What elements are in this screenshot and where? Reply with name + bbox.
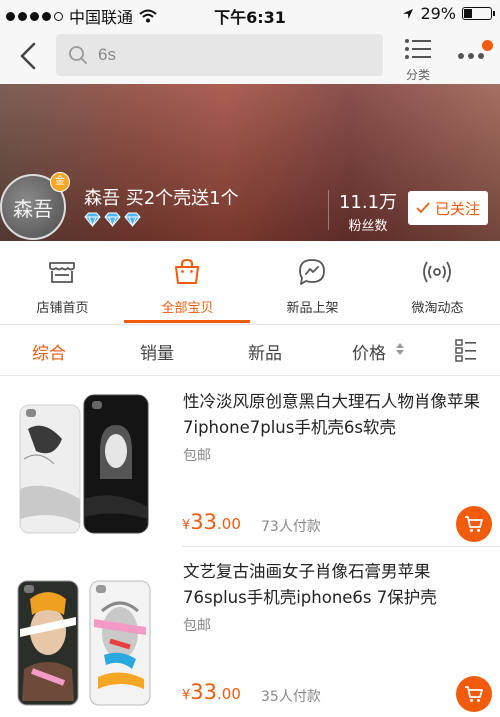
- chevron-left-icon: [20, 42, 36, 70]
- price-integer: 33: [190, 680, 218, 704]
- shop-name[interactable]: 森吾 买2个壳送1个: [84, 184, 239, 210]
- free-shipping-label: 包邮: [183, 618, 211, 634]
- battery-percent: 29%: [420, 4, 456, 23]
- diamond-icon: [84, 212, 101, 227]
- battery-icon: [462, 7, 495, 20]
- sort-price[interactable]: 价格: [352, 339, 386, 364]
- search-input[interactable]: [98, 45, 358, 65]
- search-bar[interactable]: [56, 34, 383, 76]
- product-title[interactable]: 性冷淡风原创意黑白大理石人物肖像苹果7iphone7plus手机壳6s软壳: [183, 389, 488, 441]
- location-arrow-icon: [403, 8, 414, 19]
- product-price: ¥33.00: [182, 510, 241, 534]
- battery-level: [464, 9, 473, 18]
- diamond-icon: [104, 212, 121, 227]
- paid-count: 35人付款: [261, 689, 321, 705]
- divider: [328, 190, 329, 230]
- broadcast-icon: [423, 261, 451, 283]
- price-decimal: .00: [217, 685, 241, 703]
- sort-sales[interactable]: 销量: [140, 339, 174, 364]
- follow-label: 已关注: [434, 199, 480, 218]
- shop-tabs: 店铺首页 全部宝贝 新品上架 微淘动态: [0, 241, 500, 325]
- shop-banner: 森吾 金 森吾 买2个壳送1个 11.1万 粉丝数 已关注: [0, 84, 500, 241]
- product-item[interactable]: 性冷淡风原创意黑白大理石人物肖像苹果7iphone7plus手机壳6s软壳 包邮…: [0, 377, 500, 547]
- price-decimal: .00: [217, 515, 241, 533]
- fans-label: 粉丝数: [348, 219, 388, 234]
- notification-dot: [482, 40, 493, 51]
- shop-rating: [84, 212, 141, 227]
- sort-new[interactable]: 新品: [248, 339, 282, 364]
- back-button[interactable]: [14, 40, 44, 72]
- tab-shop-home[interactable]: 店铺首页: [0, 241, 125, 325]
- nav-bar: 分类: [0, 28, 500, 84]
- more-dots-icon: [458, 53, 484, 59]
- list-view-toggle-icon[interactable]: [455, 338, 477, 362]
- status-bar: 中国联通 下午6:31 29%: [0, 0, 500, 28]
- tab-label: 新品上架: [286, 301, 339, 316]
- fans-block: 11.1万 粉丝数: [338, 188, 398, 234]
- free-shipping-label: 包邮: [183, 448, 211, 464]
- sort-bar: 综合 销量 新品 价格: [0, 326, 500, 376]
- new-arrival-icon: [299, 259, 325, 285]
- sort-arrows-icon: [396, 343, 404, 355]
- avatar-text: 森吾: [13, 196, 53, 221]
- checkmark-icon: [416, 202, 430, 214]
- follow-button[interactable]: 已关注: [408, 191, 488, 225]
- product-image[interactable]: [14, 559, 154, 707]
- product-price: ¥33.00: [182, 680, 241, 704]
- product-title[interactable]: 文艺复古油画女子肖像石膏男苹果76splus手机壳iphone6s 7保护壳: [183, 559, 488, 611]
- tab-label: 全部宝贝: [161, 301, 214, 316]
- fans-count: 11.1万: [338, 192, 398, 213]
- add-to-cart-button[interactable]: [456, 676, 492, 712]
- product-image[interactable]: [14, 389, 154, 537]
- add-to-cart-button[interactable]: [456, 506, 492, 542]
- active-tab-indicator: [124, 320, 250, 323]
- shopping-bag-icon: [175, 258, 199, 284]
- diamond-icon: [124, 212, 141, 227]
- category-label: 分类: [405, 68, 430, 82]
- more-button[interactable]: [456, 40, 494, 70]
- category-button[interactable]: 分类: [400, 38, 436, 83]
- product-item[interactable]: 文艺复古油画女子肖像石膏男苹果76splus手机壳iphone6s 7保护壳 包…: [0, 547, 500, 717]
- list-menu-icon: [405, 39, 431, 59]
- tab-label: 微淘动态: [411, 301, 464, 316]
- paid-count: 73人付款: [261, 519, 321, 535]
- tab-weitao-feed[interactable]: 微淘动态: [375, 241, 500, 325]
- tab-all-items[interactable]: 全部宝贝: [125, 241, 250, 325]
- search-icon: [69, 46, 87, 64]
- gold-seller-badge: 金: [50, 172, 70, 192]
- price-integer: 33: [190, 510, 218, 534]
- tab-label: 店铺首页: [36, 301, 89, 316]
- status-right: 29%: [402, 4, 495, 23]
- sort-comprehensive[interactable]: 综合: [32, 339, 66, 364]
- tab-new-arrivals[interactable]: 新品上架: [250, 241, 375, 325]
- store-icon: [49, 262, 75, 283]
- cart-icon: [465, 516, 483, 532]
- cart-icon: [465, 686, 483, 702]
